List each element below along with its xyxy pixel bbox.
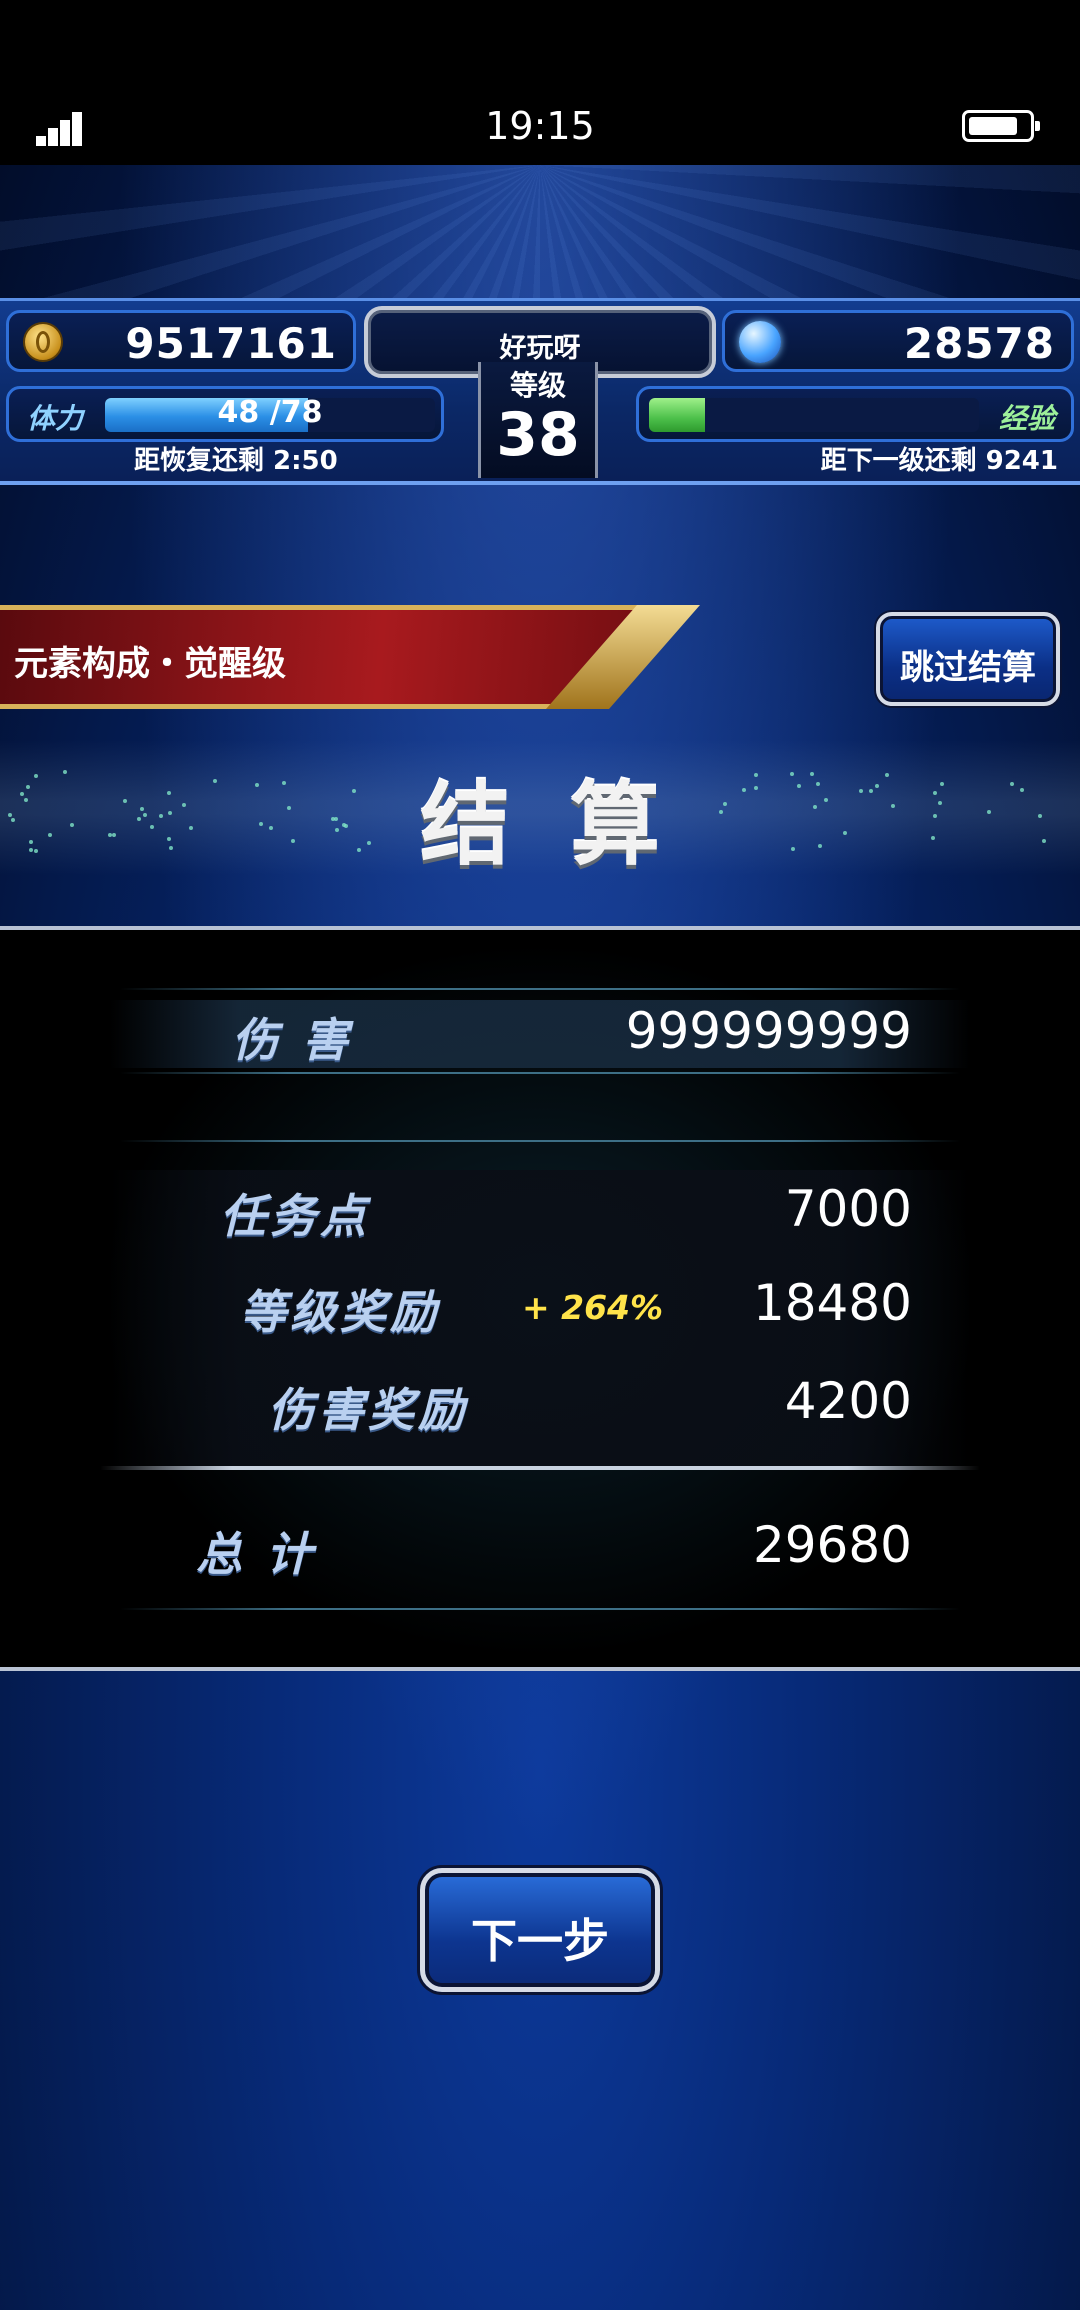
gem-crystal-icon — [739, 321, 781, 363]
damage-bonus-label: 伤害奖励 — [268, 1383, 468, 1437]
damage-label: 伤 害 — [232, 1013, 353, 1067]
mission-points-label: 任务点 — [220, 1189, 370, 1243]
player-name: 好玩呀 — [499, 333, 581, 364]
level-bonus-percent: + 264% — [522, 1288, 664, 1327]
damage-bonus-value: 4200 — [784, 1372, 912, 1430]
level-bonus-label: 等级奖励 — [240, 1285, 440, 1339]
status-bar: 19:15 — [0, 0, 1080, 165]
gil-value: 9517161 — [125, 319, 337, 368]
exp-fill — [649, 398, 706, 432]
divider — [120, 988, 960, 990]
level-bonus-value: 18480 — [752, 1274, 912, 1332]
skip-results-label: 跳过结算 — [900, 648, 1036, 688]
level-box: 等级 38 — [478, 362, 598, 478]
stamina-label: 体力 — [27, 402, 84, 435]
exp-bar: 经验 — [636, 386, 1074, 442]
gem-counter[interactable]: 28578 — [722, 310, 1074, 372]
level-value: 38 — [496, 400, 580, 470]
gil-counter: 9517161 — [6, 310, 356, 372]
gil-coin-icon — [23, 322, 63, 362]
stamina-bar: 体力 48 /78 — [6, 386, 444, 442]
next-step-button[interactable]: 下一步 — [420, 1868, 660, 1992]
total-value: 29680 — [752, 1516, 912, 1574]
battery-icon — [962, 110, 1040, 142]
exp-track — [649, 398, 979, 432]
stamina-recover-timer: 距恢复还剩 2:50 — [134, 446, 338, 476]
total-divider — [100, 1466, 980, 1470]
status-time: 19:15 — [485, 104, 595, 148]
quest-name: 元素构成・觉醒级 — [14, 644, 286, 684]
page-title: 结算 — [420, 773, 720, 878]
total-label: 总 计 — [196, 1527, 317, 1581]
next-step-label: 下一步 — [471, 1914, 609, 1968]
damage-value: 999999999 — [625, 1002, 912, 1060]
player-hud: 9517161 28578 体力 48 /78 经验 距恢复还剩 2:50 距下… — [0, 298, 1080, 488]
divider — [120, 1140, 960, 1142]
divider — [120, 1072, 960, 1074]
mission-points-value: 7000 — [784, 1180, 912, 1238]
stamina-value: 48 /78 — [217, 395, 323, 430]
divider — [120, 1608, 960, 1610]
gem-value: 28578 — [903, 319, 1055, 368]
exp-label: 经验 — [998, 402, 1055, 435]
exp-next-level: 距下一级还剩 9241 — [820, 446, 1058, 476]
level-label: 等级 — [509, 369, 566, 402]
skip-results-button[interactable]: 跳过结算 — [876, 612, 1060, 706]
